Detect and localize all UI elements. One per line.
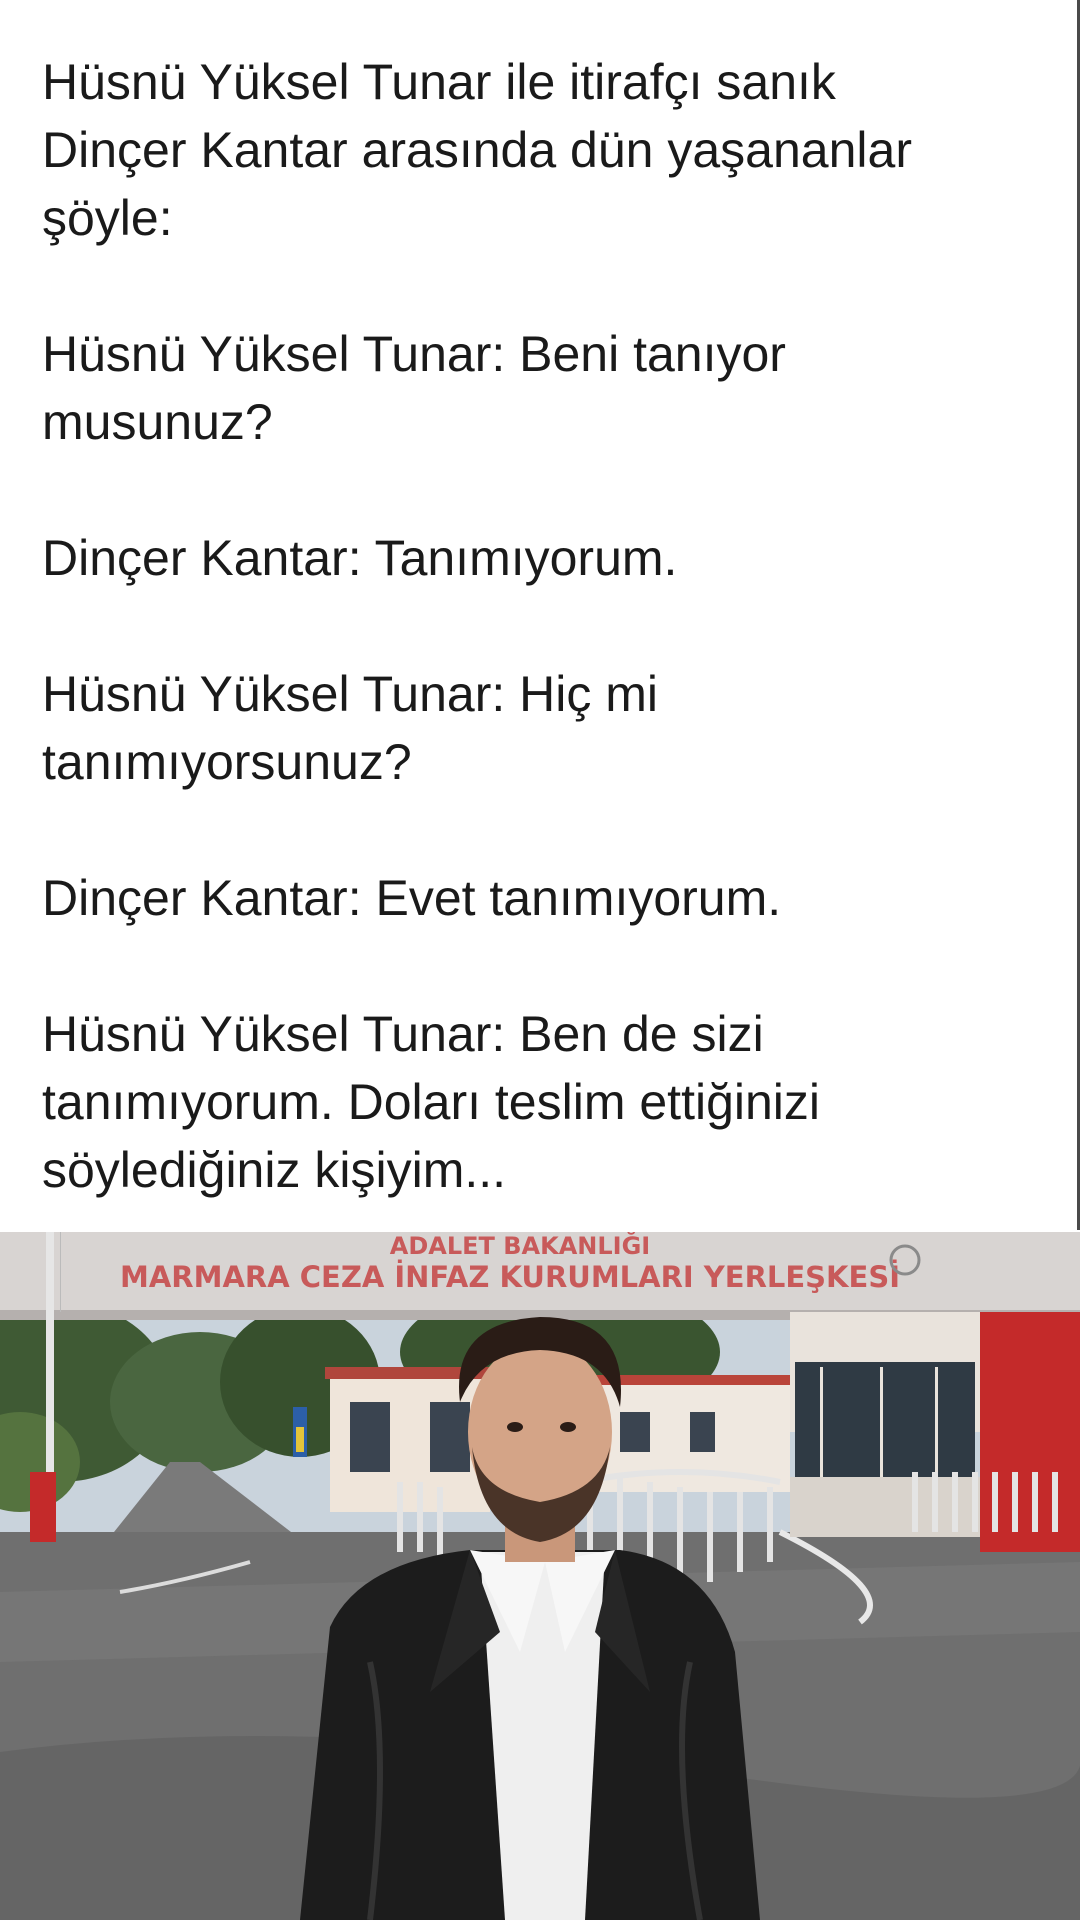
post-paragraph-question-1: Hüsnü Yüksel Tunar: Beni tanıyor musunuz… xyxy=(42,326,786,450)
prison-entrance-photo: ADALET BAKANLIĞI MARMARA CEZA İNFAZ KURU… xyxy=(0,1232,1080,1920)
post-text: Hüsnü Yüksel Tunar ile itirafçı sanık Di… xyxy=(42,48,1042,1204)
post-paragraph-question-2: Hüsnü Yüksel Tunar: Hiç mi tanımıyorsunu… xyxy=(42,666,658,790)
post-paragraph-answer-1: Dinçer Kantar: Tanımıyorum. xyxy=(42,530,678,586)
sign-top-text: ADALET BAKANLIĞI xyxy=(390,1232,650,1260)
post-photo: ADALET BAKANLIĞI MARMARA CEZA İNFAZ KURU… xyxy=(0,1232,1080,1920)
post-paragraph-closing: Hüsnü Yüksel Tunar: Ben de sizi tanımıyo… xyxy=(42,1006,821,1198)
post-paragraph-answer-2: Dinçer Kantar: Evet tanımıyorum. xyxy=(42,870,782,926)
sign-main-text: MARMARA CEZA İNFAZ KURUMLARI YERLEŞKESİ xyxy=(120,1260,900,1294)
post-paragraph-intro: Hüsnü Yüksel Tunar ile itirafçı sanık Di… xyxy=(42,54,912,246)
